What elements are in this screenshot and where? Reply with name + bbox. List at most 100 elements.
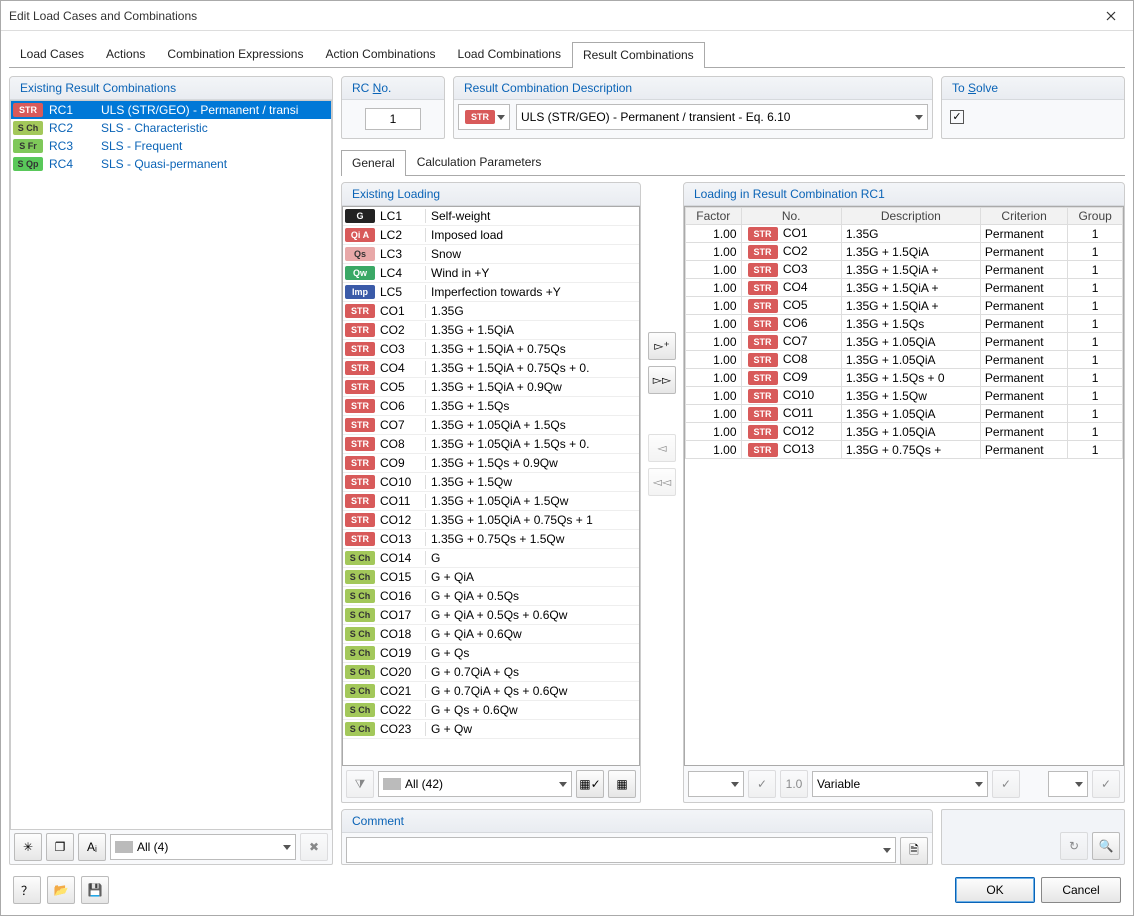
load-desc: G + QiA + 0.5Qs + 0.6Qw xyxy=(425,608,639,622)
criterion-combo[interactable]: Variable xyxy=(812,771,988,797)
rc-item-co3[interactable]: 1.00STR CO31.35G + 1.5QiA +Permanent1 xyxy=(686,261,1123,279)
apply-criterion-button[interactable]: ✓ xyxy=(992,770,1020,798)
load-row-co14[interactable]: S ChCO14G xyxy=(343,549,639,568)
main-tab-combination-expressions[interactable]: Combination Expressions xyxy=(156,41,314,67)
rc-item-co8[interactable]: 1.00STR CO81.35G + 1.05QiAPermanent1 xyxy=(686,351,1123,369)
rc-row-rc4[interactable]: S QpRC4SLS - Quasi-permanent xyxy=(11,155,331,173)
load-row-co9[interactable]: STRCO91.35G + 1.5Qs + 0.9Qw xyxy=(343,454,639,473)
load-row-co5[interactable]: STRCO51.35G + 1.5QiA + 0.9Qw xyxy=(343,378,639,397)
rc-item-co6[interactable]: 1.00STR CO61.35G + 1.5QsPermanent1 xyxy=(686,315,1123,333)
load-code: CO5 xyxy=(377,380,425,394)
load-row-co3[interactable]: STRCO31.35G + 1.5QiA + 0.75Qs xyxy=(343,340,639,359)
load-row-lc4[interactable]: QwLC4Wind in +Y xyxy=(343,264,639,283)
load-row-co6[interactable]: STRCO61.35G + 1.5Qs xyxy=(343,397,639,416)
cell-criterion: Permanent xyxy=(980,369,1067,387)
rc-row-rc3[interactable]: S FrRC3SLS - Frequent xyxy=(11,137,331,155)
load-row-co19[interactable]: S ChCO19G + Qs xyxy=(343,644,639,663)
factor-combo[interactable] xyxy=(688,771,744,797)
sub-tab-calculation-parameters[interactable]: Calculation Parameters xyxy=(406,149,553,175)
load-row-lc2[interactable]: Qi ALC2Imposed load xyxy=(343,226,639,245)
filter-button[interactable]: ⧩ xyxy=(346,770,374,798)
main-tab-result-combinations[interactable]: Result Combinations xyxy=(572,42,705,68)
rc-item-co10[interactable]: 1.00STR CO101.35G + 1.5QwPermanent1 xyxy=(686,387,1123,405)
rc-desc-combo[interactable]: ULS (STR/GEO) - Permanent / transient - … xyxy=(516,104,928,130)
existing-loading-list[interactable]: GLC1Self-weightQi ALC2Imposed loadQsLC3S… xyxy=(342,206,640,766)
open-button[interactable]: 📂 xyxy=(47,876,75,904)
load-row-lc1[interactable]: GLC1Self-weight xyxy=(343,207,639,226)
load-row-co8[interactable]: STRCO81.35G + 1.05QiA + 1.5Qs + 0. xyxy=(343,435,639,454)
rc-item-co11[interactable]: 1.00STR CO111.35G + 1.05QiAPermanent1 xyxy=(686,405,1123,423)
rc-item-co1[interactable]: 1.00STR CO11.35GPermanent1 xyxy=(686,225,1123,243)
load-row-co2[interactable]: STRCO21.35G + 1.5QiA xyxy=(343,321,639,340)
load-row-co18[interactable]: S ChCO18G + QiA + 0.6Qw xyxy=(343,625,639,644)
apply-factor-button[interactable]: ✓ xyxy=(748,770,776,798)
load-row-co20[interactable]: S ChCO20G + 0.7QiA + Qs xyxy=(343,663,639,682)
load-row-co10[interactable]: STRCO101.35G + 1.5Qw xyxy=(343,473,639,492)
top-row: RC No. Result Combination Description ST… xyxy=(341,76,1125,139)
new-rc-button[interactable]: ✳ xyxy=(14,833,42,861)
add-to-rc-button[interactable]: ▻⁺ xyxy=(648,332,676,360)
apply-group-button[interactable]: ✓ xyxy=(1092,770,1120,798)
load-row-co23[interactable]: S ChCO23G + Qw xyxy=(343,720,639,739)
load-row-co17[interactable]: S ChCO17G + QiA + 0.5Qs + 0.6Qw xyxy=(343,606,639,625)
comment-pick-button[interactable]: 🗎 xyxy=(900,837,928,865)
load-row-co13[interactable]: STRCO131.35G + 0.75Qs + 1.5Qw xyxy=(343,530,639,549)
load-row-co21[interactable]: S ChCO21G + 0.7QiA + Qs + 0.6Qw xyxy=(343,682,639,701)
reload-button[interactable]: ↻ xyxy=(1060,832,1088,860)
load-row-co22[interactable]: S ChCO22G + Qs + 0.6Qw xyxy=(343,701,639,720)
load-row-lc5[interactable]: ImpLC5Imperfection towards +Y xyxy=(343,283,639,302)
load-row-co1[interactable]: STRCO11.35G xyxy=(343,302,639,321)
main-tab-action-combinations[interactable]: Action Combinations xyxy=(314,41,446,67)
cancel-button[interactable]: Cancel xyxy=(1041,877,1121,903)
select-all-button[interactable]: ▦✓ xyxy=(576,770,604,798)
main-tab-actions[interactable]: Actions xyxy=(95,41,156,67)
add-multi-button[interactable]: ▻▻ xyxy=(648,366,676,394)
load-row-co12[interactable]: STRCO121.35G + 1.05QiA + 0.75Qs + 1 xyxy=(343,511,639,530)
main-tab-load-cases[interactable]: Load Cases xyxy=(9,41,95,67)
rc-item-co13[interactable]: 1.00STR CO131.35G + 0.75Qs +Permanent1 xyxy=(686,441,1123,459)
existing-rc-list[interactable]: STRRC1ULS (STR/GEO) - Permanent / transi… xyxy=(10,100,332,830)
rc-row-rc2[interactable]: S ChRC2SLS - Characteristic xyxy=(11,119,331,137)
close-button[interactable] xyxy=(1097,5,1125,27)
ok-button[interactable]: OK xyxy=(955,877,1035,903)
load-code: CO9 xyxy=(377,456,425,470)
deselect-all-button[interactable]: ▦ xyxy=(608,770,636,798)
delete-rc-button[interactable]: ✖ xyxy=(300,833,328,861)
rc-item-co12[interactable]: 1.00STR CO121.35G + 1.05QiAPermanent1 xyxy=(686,423,1123,441)
load-filter-label: All (42) xyxy=(405,777,443,791)
rc-no-input[interactable] xyxy=(365,108,421,130)
remove-all-button[interactable]: ◅◅ xyxy=(648,468,676,496)
load-row-co7[interactable]: STRCO71.35G + 1.05QiA + 1.5Qs xyxy=(343,416,639,435)
window-title: Edit Load Cases and Combinations xyxy=(9,9,1097,23)
sub-tab-strip: GeneralCalculation Parameters xyxy=(341,149,1125,176)
rc-item-co2[interactable]: 1.00STR CO21.35G + 1.5QiAPermanent1 xyxy=(686,243,1123,261)
rc-item-co4[interactable]: 1.00STR CO41.35G + 1.5QiA +Permanent1 xyxy=(686,279,1123,297)
sub-tab-general[interactable]: General xyxy=(341,150,406,176)
group-combo[interactable] xyxy=(1048,771,1088,797)
save-button[interactable]: 💾 xyxy=(81,876,109,904)
load-row-lc3[interactable]: QsLC3Snow xyxy=(343,245,639,264)
rc-item-co5[interactable]: 1.00STR CO51.35G + 1.5QiA +Permanent1 xyxy=(686,297,1123,315)
comment-input[interactable] xyxy=(346,837,896,863)
help-button[interactable]: ？ xyxy=(13,876,41,904)
rc-filter-combo[interactable]: All (4) xyxy=(110,834,296,860)
cell-factor: 1.00 xyxy=(686,369,742,387)
default-factor-button[interactable]: 1.0 xyxy=(780,770,808,798)
to-solve-checkbox[interactable] xyxy=(950,110,964,124)
load-row-co15[interactable]: S ChCO15G + QiA xyxy=(343,568,639,587)
remove-from-rc-button[interactable]: ◅ xyxy=(648,434,676,462)
load-filter-combo[interactable]: All (42) xyxy=(378,771,572,797)
copy-rc-button[interactable]: ❐ xyxy=(46,833,74,861)
rc-item-co9[interactable]: 1.00STR CO91.35G + 1.5Qs + 0Permanent1 xyxy=(686,369,1123,387)
rc-loading-table-container[interactable]: FactorNo.DescriptionCriterionGroup1.00ST… xyxy=(684,206,1124,766)
sort-rc-button[interactable]: Aᵢ xyxy=(78,833,106,861)
rc-type-combo[interactable]: STR xyxy=(458,104,510,130)
main-tab-load-combinations[interactable]: Load Combinations xyxy=(447,41,572,67)
load-row-co11[interactable]: STRCO111.35G + 1.05QiA + 1.5Qw xyxy=(343,492,639,511)
rc-row-rc1[interactable]: STRRC1ULS (STR/GEO) - Permanent / transi xyxy=(11,101,331,119)
load-row-co4[interactable]: STRCO41.35G + 1.5QiA + 0.75Qs + 0. xyxy=(343,359,639,378)
cell-criterion: Permanent xyxy=(980,297,1067,315)
load-row-co16[interactable]: S ChCO16G + QiA + 0.5Qs xyxy=(343,587,639,606)
details-button[interactable]: 🔍 xyxy=(1092,832,1120,860)
rc-item-co7[interactable]: 1.00STR CO71.35G + 1.05QiAPermanent1 xyxy=(686,333,1123,351)
